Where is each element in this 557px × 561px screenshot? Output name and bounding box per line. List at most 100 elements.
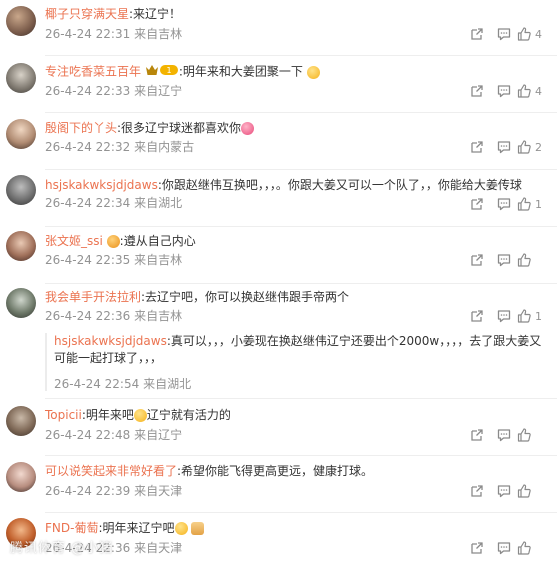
comment-icon[interactable] bbox=[490, 196, 517, 212]
comment-time: 26-4-24 22:33 bbox=[45, 84, 131, 98]
like-count: 1 bbox=[535, 309, 542, 323]
comment-icon[interactable] bbox=[490, 427, 517, 443]
divider bbox=[45, 226, 557, 227]
comment-time: 26-4-24 22:32 bbox=[45, 140, 131, 154]
reply-time: 26-4-24 22:54 bbox=[54, 377, 140, 391]
thumbs-up-icon bbox=[517, 309, 531, 323]
username[interactable]: 专注吃香菜五百年 bbox=[45, 65, 141, 79]
like-button[interactable]: 2 bbox=[517, 140, 545, 154]
comment-time: 26-4-24 22:34 bbox=[45, 196, 131, 210]
avatar[interactable] bbox=[6, 231, 36, 261]
comment-text: :遵从自己内心 bbox=[119, 234, 196, 248]
divider bbox=[45, 169, 557, 170]
divider bbox=[45, 55, 557, 56]
thumbs-up-icon bbox=[517, 197, 531, 211]
comment-location: 来自内蒙古 bbox=[134, 140, 195, 154]
username[interactable]: Topicii bbox=[45, 408, 82, 422]
like-button[interactable]: 1 bbox=[517, 197, 545, 211]
reply-username[interactable]: hsjskakwksjdjdaws bbox=[54, 334, 167, 348]
username[interactable]: 椰子只穿满天星 bbox=[45, 7, 129, 21]
comment-text: :明年来辽宁吧 bbox=[98, 521, 175, 535]
like-button[interactable]: 4 bbox=[517, 84, 545, 98]
comment-location: 来自吉林 bbox=[134, 27, 183, 41]
like-count: 1 bbox=[535, 197, 542, 211]
comment-location: 来自吉林 bbox=[134, 253, 183, 267]
share-icon[interactable] bbox=[463, 139, 490, 155]
hands-emoji-icon bbox=[191, 522, 205, 535]
reply-bar bbox=[45, 333, 47, 391]
badge-level: 1 bbox=[166, 66, 171, 75]
share-icon[interactable] bbox=[463, 83, 490, 99]
comment-time: 26-4-24 22:35 bbox=[45, 253, 131, 267]
comment-text-part1: :明年来吧 bbox=[81, 408, 134, 422]
comment-text: :希望你能飞得更高更远，健康打球。 bbox=[177, 464, 374, 478]
comment-icon[interactable] bbox=[490, 540, 517, 556]
comment-location: 来自吉林 bbox=[134, 309, 183, 323]
thumbs-up-icon bbox=[517, 27, 531, 41]
avatar[interactable] bbox=[6, 119, 36, 149]
avatar[interactable] bbox=[6, 175, 36, 205]
heart-emoji-icon bbox=[241, 122, 255, 135]
comment-icon[interactable] bbox=[490, 83, 517, 99]
share-icon[interactable] bbox=[463, 427, 490, 443]
avatar[interactable] bbox=[6, 288, 36, 318]
username[interactable]: 张文姬_ssi bbox=[45, 234, 103, 248]
avatar[interactable] bbox=[6, 462, 36, 492]
like-button[interactable]: 1 bbox=[517, 309, 545, 323]
share-icon[interactable] bbox=[463, 196, 490, 212]
username[interactable]: 我会单手开法拉利 bbox=[45, 290, 141, 304]
like-button[interactable] bbox=[517, 484, 545, 498]
comment-icon[interactable] bbox=[490, 139, 517, 155]
thumbs-up-icon bbox=[517, 84, 531, 98]
username[interactable]: 殷阁下的丫头 bbox=[45, 121, 117, 135]
like-button[interactable]: 4 bbox=[517, 27, 545, 41]
comment-time: 26-4-24 22:36 bbox=[45, 309, 131, 323]
like-button[interactable] bbox=[517, 428, 545, 442]
comment-icon[interactable] bbox=[490, 308, 517, 324]
share-icon[interactable] bbox=[463, 540, 490, 556]
comment-text: :你跟赵继伟互换吧，，，。你跟大姜又可以一个队了，，你能给大姜传球 bbox=[157, 178, 522, 192]
comment-location: 来自湖北 bbox=[134, 196, 183, 210]
username[interactable]: 可以说笑起来非常好看了 bbox=[45, 464, 177, 478]
comment-icon[interactable] bbox=[490, 26, 517, 42]
comment-text: :很多辽宁球迷都喜欢你 bbox=[117, 121, 242, 135]
comment-time: 26-4-24 22:48 bbox=[45, 428, 131, 442]
thumbs-up-icon bbox=[517, 140, 531, 154]
wink-emoji-icon bbox=[133, 409, 147, 422]
share-icon[interactable] bbox=[463, 483, 490, 499]
divider bbox=[45, 398, 557, 399]
comment-icon[interactable] bbox=[490, 252, 517, 268]
like-button[interactable] bbox=[517, 253, 545, 267]
share-icon[interactable] bbox=[463, 252, 490, 268]
username[interactable]: FND-葡萄 bbox=[45, 521, 98, 535]
smile-emoji-icon bbox=[306, 65, 320, 79]
thumbs-up-icon bbox=[517, 253, 531, 267]
avatar[interactable] bbox=[6, 63, 36, 93]
comment-text: :明年来和大姜团聚一下 bbox=[178, 64, 303, 79]
avatar[interactable] bbox=[6, 6, 36, 36]
comment-item: 殷阁下的丫头:很多辽宁球迷都喜欢你 26-4-24 22:32 来自内蒙古 2 bbox=[0, 114, 557, 171]
share-icon[interactable] bbox=[463, 308, 490, 324]
face-emoji-icon bbox=[106, 235, 120, 248]
username[interactable]: hsjskakwksjdjdaws bbox=[45, 178, 158, 192]
vip-badge: 1 bbox=[145, 63, 179, 81]
comment-location: 来自天津 bbox=[134, 484, 183, 498]
thumbs-up-icon bbox=[517, 428, 531, 442]
watermark: 腾讯体育 @小猪 bbox=[10, 541, 114, 556]
comment-location: 来自辽宁 bbox=[134, 428, 183, 442]
reply-block: hsjskakwksjdjdaws:真可以，，，小姜现在换赵继伟辽宁还要出个20… bbox=[45, 333, 545, 393]
reply-location: 来自湖北 bbox=[143, 377, 192, 391]
comment-item: 我会单手开法拉利:去辽宁吧，你可以换赵继伟跟手帝两个 26-4-24 22:36… bbox=[0, 285, 557, 400]
like-count: 2 bbox=[535, 140, 542, 154]
comment-item: 专注吃香菜五百年 1 :明年来和大姜团聚一下 26-4-24 22:33 来自辽… bbox=[0, 57, 557, 114]
divider bbox=[45, 283, 557, 284]
comment-item: Topicii:明年来吧 辽宁就有活力的 26-4-24 22:48 来自辽宁 bbox=[0, 400, 557, 457]
like-count: 4 bbox=[535, 27, 542, 41]
share-icon[interactable] bbox=[463, 26, 490, 42]
comment-text: :去辽宁吧，你可以换赵继伟跟手帝两个 bbox=[141, 290, 350, 304]
avatar[interactable] bbox=[6, 406, 36, 436]
comment-icon[interactable] bbox=[490, 483, 517, 499]
grin-emoji-icon bbox=[174, 522, 188, 535]
comment-location: 来自天津 bbox=[134, 541, 183, 555]
like-button[interactable] bbox=[517, 541, 545, 555]
